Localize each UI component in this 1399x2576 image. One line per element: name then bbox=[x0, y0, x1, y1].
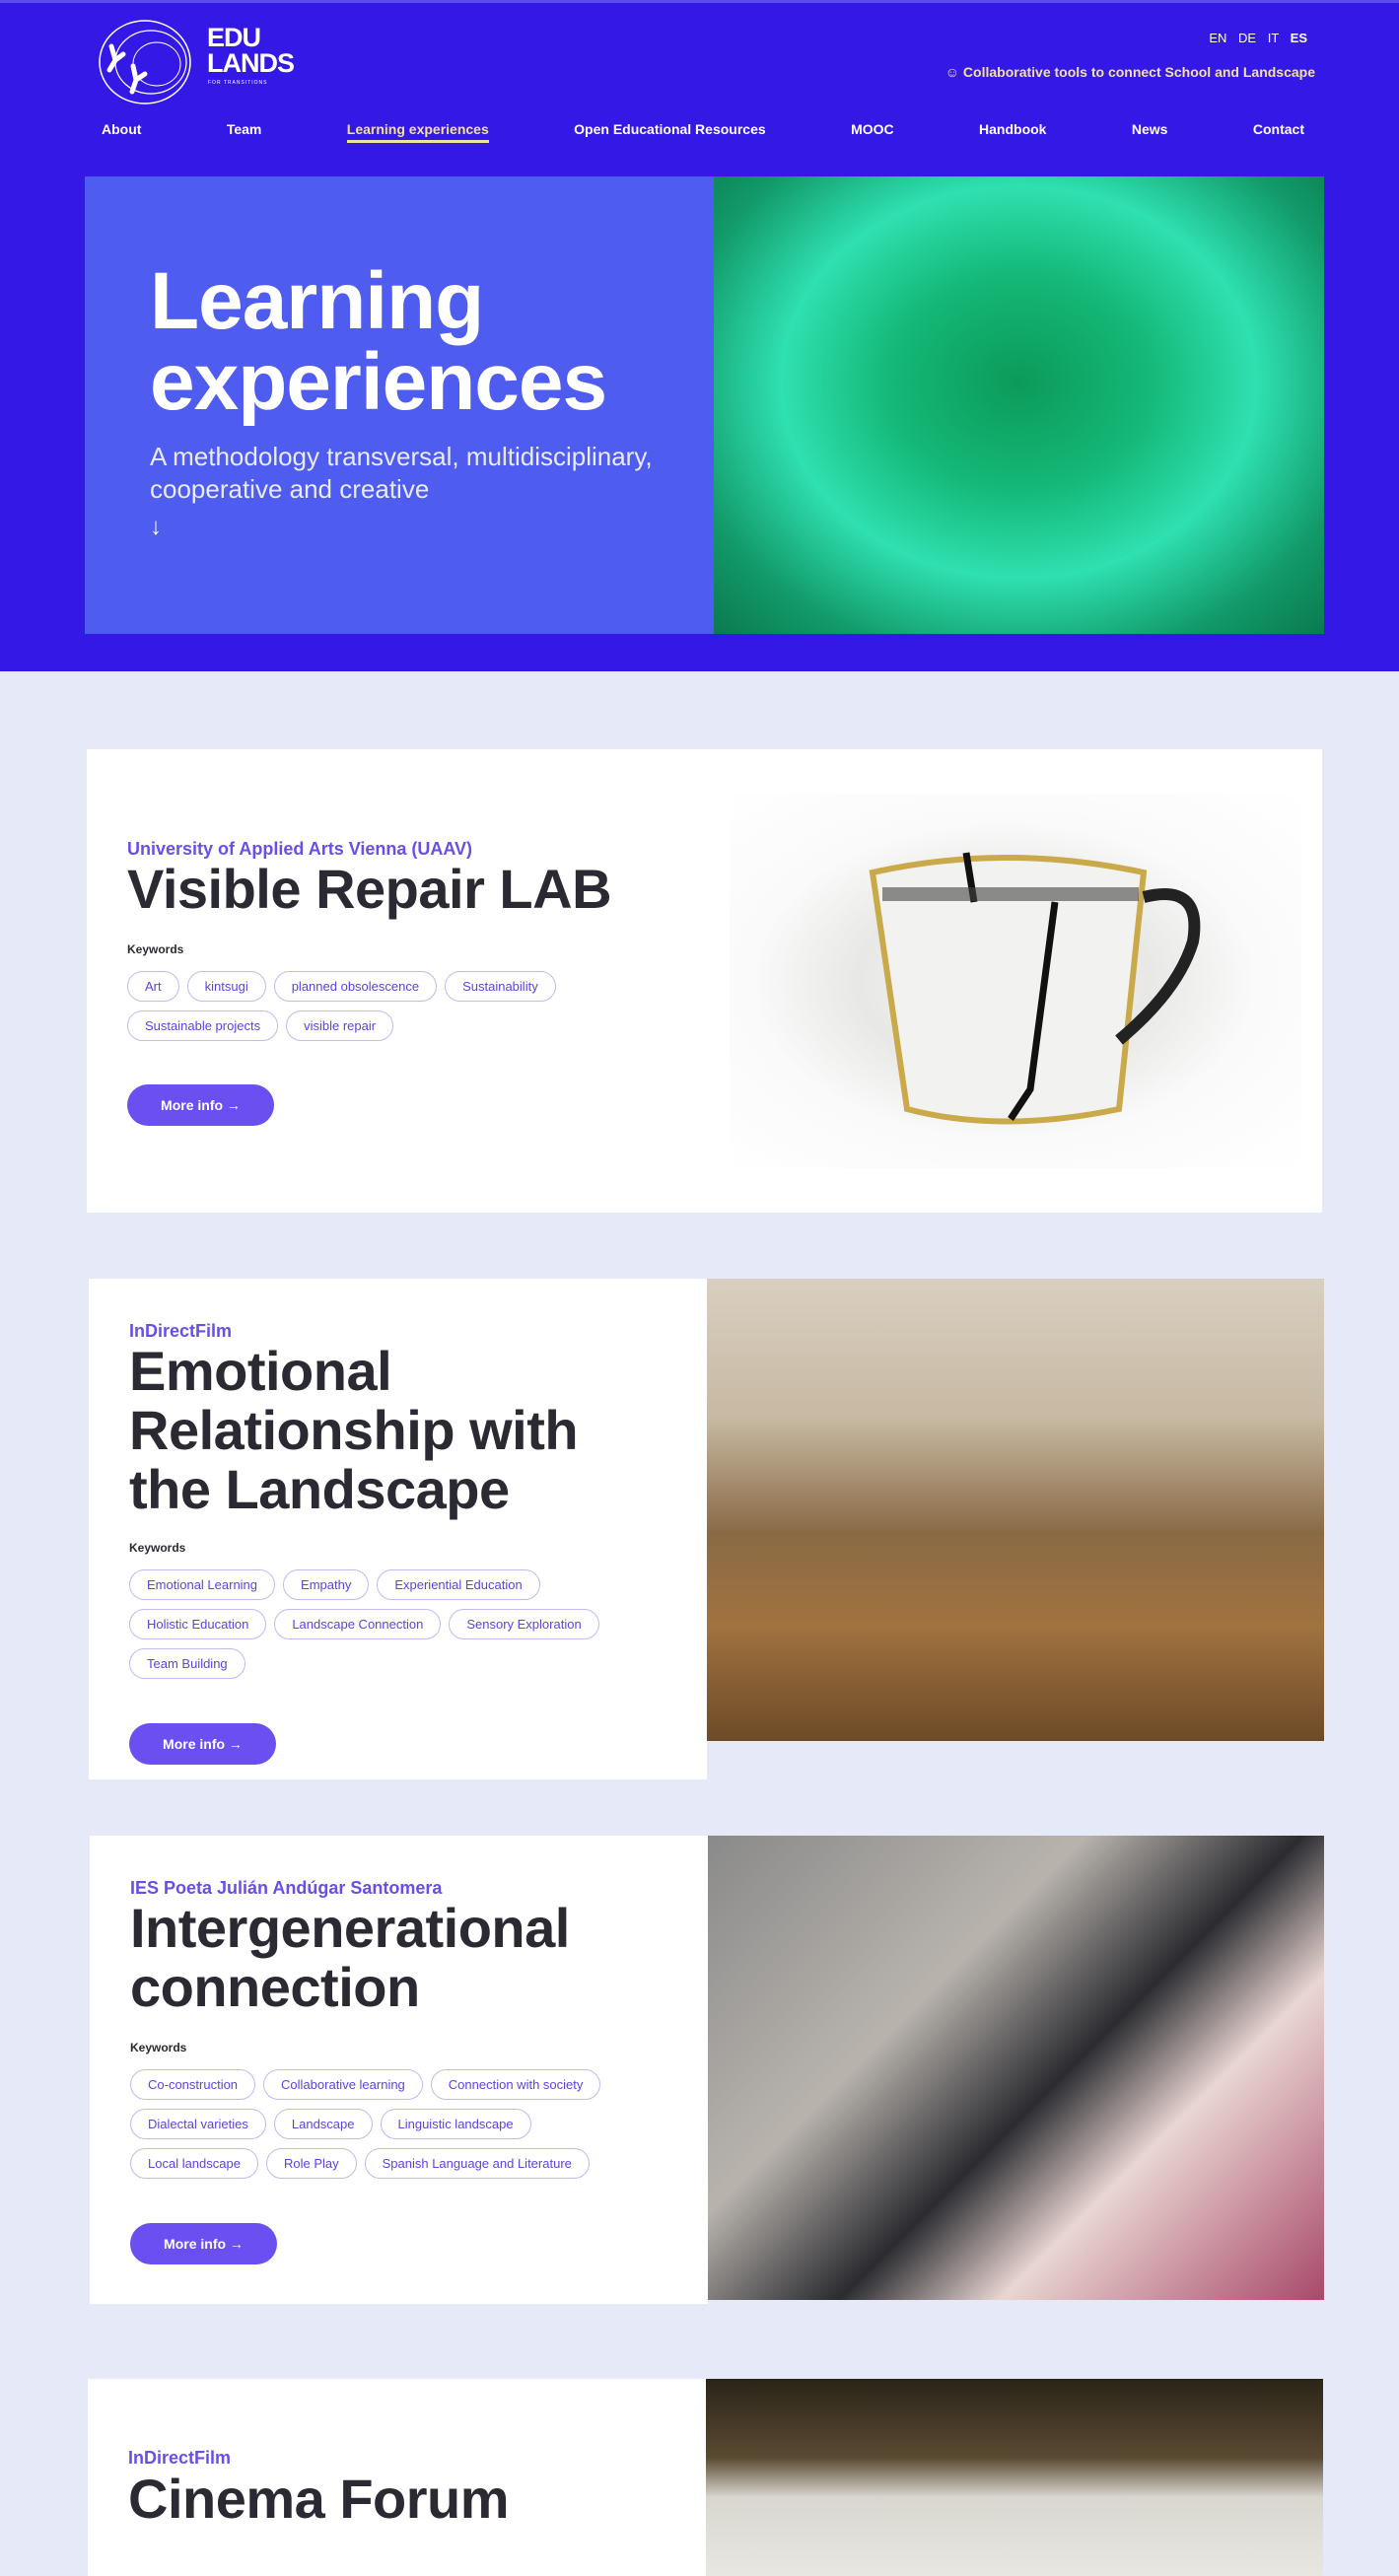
card-organization: InDirectFilm bbox=[128, 2448, 232, 2468]
keyword-tag[interactable]: Emotional Learning bbox=[129, 1569, 276, 1600]
keyword-tag[interactable]: Art bbox=[127, 971, 179, 1002]
keyword-tag[interactable]: Sustainable projects bbox=[127, 1010, 279, 1041]
nav-learning-experiences[interactable]: Learning experiences bbox=[346, 121, 489, 143]
keyword-tag[interactable]: visible repair bbox=[286, 1010, 394, 1041]
card-organization: IES Poeta Julián Andúgar Santomera bbox=[130, 1878, 443, 1898]
keyword-tag[interactable]: Connection with society bbox=[430, 2069, 601, 2100]
more-info-button[interactable]: More info → bbox=[130, 2223, 277, 2264]
experience-card: InDirectFilm Emotional Relationship with… bbox=[89, 1279, 707, 1779]
keyword-tag[interactable]: Dialectal varieties bbox=[130, 2109, 266, 2139]
card-title[interactable]: Visible Repair LAB bbox=[127, 860, 679, 919]
keyword-tag[interactable]: Team Building bbox=[129, 1648, 245, 1679]
main-nav: About Team Learning experiences Open Edu… bbox=[102, 121, 1304, 143]
lang-es[interactable]: ES bbox=[1291, 31, 1307, 45]
keywords-label: Keywords bbox=[129, 1541, 186, 1555]
lang-en[interactable]: EN bbox=[1209, 31, 1226, 45]
language-switcher: EN DE IT ES bbox=[1201, 31, 1307, 45]
page-title: Learning experiences bbox=[150, 256, 607, 427]
keyword-tag[interactable]: Local landscape bbox=[130, 2148, 258, 2179]
card-image-intergenerational bbox=[708, 1836, 1324, 2300]
edulands-logo[interactable]: EDU LANDS FOR TRANSITIONS bbox=[94, 17, 295, 105]
keyword-tag[interactable]: Linguistic landscape bbox=[380, 2109, 531, 2139]
keyword-tag[interactable]: Sensory Exploration bbox=[449, 1609, 599, 1639]
keyword-tag[interactable]: kintsugi bbox=[186, 971, 266, 1002]
nav-news[interactable]: News bbox=[1132, 121, 1168, 143]
keyword-tags: Art kintsugi planned obsolescence Sustai… bbox=[127, 971, 640, 1041]
nav-mooc[interactable]: MOOC bbox=[851, 121, 894, 143]
card-title[interactable]: Emotional Relationship with the Landscap… bbox=[129, 1342, 642, 1519]
experience-card: University of Applied Arts Vienna (UAAV)… bbox=[87, 749, 1322, 1213]
cup-illustration bbox=[869, 852, 1201, 1125]
lang-de[interactable]: DE bbox=[1238, 31, 1256, 45]
keyword-tag[interactable]: Experiential Education bbox=[377, 1569, 540, 1600]
keyword-tag[interactable]: planned obsolescence bbox=[273, 971, 438, 1002]
keyword-tag[interactable]: Empathy bbox=[283, 1569, 370, 1600]
site-header: EDU LANDS FOR TRANSITIONS EN DE IT ES ☺ … bbox=[0, 0, 1399, 671]
keyword-tag[interactable]: Sustainability bbox=[445, 971, 556, 1002]
lang-it[interactable]: IT bbox=[1268, 31, 1279, 45]
keyword-tag[interactable]: Collaborative learning bbox=[263, 2069, 423, 2100]
keywords-label: Keywords bbox=[127, 942, 184, 956]
nav-contact[interactable]: Contact bbox=[1253, 121, 1304, 143]
keyword-tag[interactable]: Holistic Education bbox=[129, 1609, 267, 1639]
logo-subtext: FOR TRANSITIONS bbox=[208, 80, 268, 86]
card-image-cinema bbox=[706, 2379, 1323, 2576]
keyword-tags: Co-construction Collaborative learning C… bbox=[130, 2069, 663, 2179]
nav-about[interactable]: About bbox=[102, 121, 141, 143]
hero-subtitle: A methodology transversal, multidiscipli… bbox=[150, 442, 653, 504]
more-info-button[interactable]: More info → bbox=[129, 1723, 276, 1765]
logo-text: EDU LANDS bbox=[207, 23, 295, 78]
keyword-tags: Emotional Learning Empathy Experiential … bbox=[129, 1569, 662, 1679]
logo-circles-icon bbox=[99, 20, 191, 104]
card-organization: University of Applied Arts Vienna (UAAV) bbox=[127, 839, 473, 859]
nav-handbook[interactable]: Handbook bbox=[979, 121, 1046, 143]
card-title[interactable]: Cinema Forum bbox=[128, 2470, 641, 2529]
nav-oer[interactable]: Open Educational Resources bbox=[574, 121, 766, 143]
tagline: ☺ Collaborative tools to connect School … bbox=[944, 64, 1315, 80]
card-image-kintsugi-cup bbox=[730, 794, 1301, 1168]
keyword-tag[interactable]: Landscape bbox=[273, 2109, 373, 2139]
nav-team[interactable]: Team bbox=[227, 121, 262, 143]
card-organization: InDirectFilm bbox=[129, 1321, 233, 1341]
card-title[interactable]: Intergenerational connection bbox=[130, 1899, 643, 2017]
hero-image bbox=[714, 176, 1324, 634]
card-image-workshop bbox=[707, 1279, 1324, 1741]
hero-panel: Learning experiences A methodology trans… bbox=[85, 176, 714, 634]
keyword-tag[interactable]: Role Play bbox=[265, 2148, 357, 2179]
keyword-tag[interactable]: Landscape Connection bbox=[274, 1609, 442, 1639]
experience-card: IES Poeta Julián Andúgar Santomera Inter… bbox=[90, 1836, 708, 2304]
more-info-button[interactable]: More info → bbox=[127, 1084, 274, 1126]
experience-card: InDirectFilm Cinema Forum bbox=[88, 2379, 706, 2576]
keywords-label: Keywords bbox=[130, 2041, 187, 2054]
keyword-tag[interactable]: Spanish Language and Literature bbox=[364, 2148, 590, 2179]
keyword-tag[interactable]: Co-construction bbox=[130, 2069, 256, 2100]
arrow-down-icon[interactable]: ↓ bbox=[150, 514, 162, 541]
